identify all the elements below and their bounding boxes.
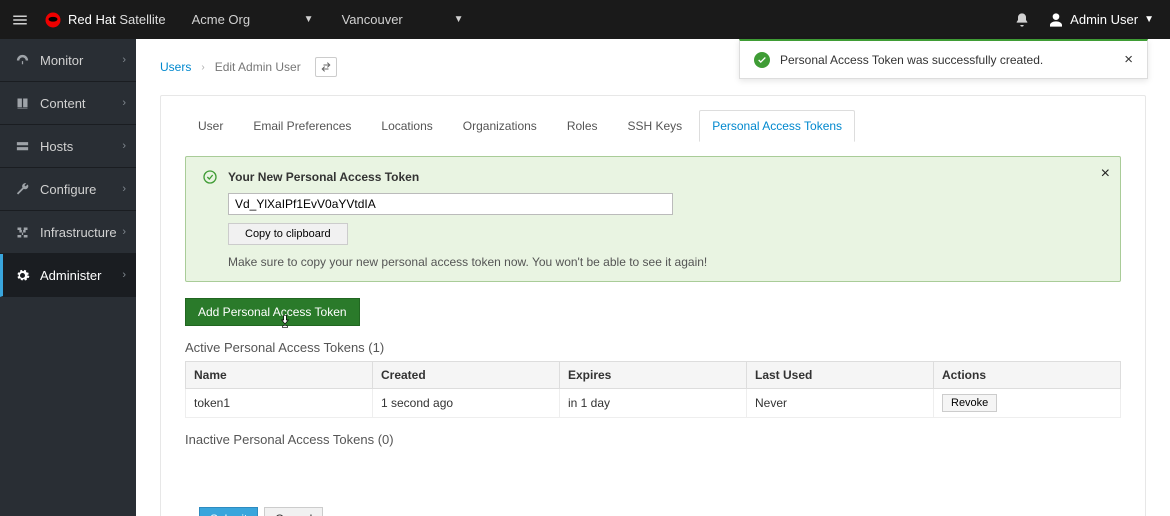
sidebar: Monitor › Content › Hosts › Configure › … (0, 39, 136, 516)
toast-close-button[interactable]: × (1124, 51, 1133, 68)
hamburger-icon (11, 11, 29, 29)
th-actions: Actions (934, 362, 1121, 389)
submit-button[interactable]: Submit (199, 507, 258, 516)
org-label: Acme Org (192, 12, 251, 27)
sidebar-item-infrastructure[interactable]: Infrastructure › (0, 211, 136, 254)
caret-down-icon: ▼ (304, 14, 314, 25)
banner-title: Your New Personal Access Token (202, 169, 1104, 185)
menu-toggle[interactable] (0, 0, 40, 39)
sidebar-item-label: Content (40, 96, 86, 111)
copy-to-clipboard-button[interactable]: Copy to clipboard (228, 223, 348, 245)
book-icon (14, 95, 30, 111)
network-icon (14, 224, 30, 240)
breadcrumb-root[interactable]: Users (160, 60, 191, 74)
cell-name: token1 (186, 389, 373, 418)
chevron-right-icon: › (122, 140, 126, 152)
sidebar-item-configure[interactable]: Configure › (0, 168, 136, 211)
server-icon (14, 138, 30, 154)
cell-created: 1 second ago (373, 389, 560, 418)
notifications-button[interactable] (1002, 0, 1042, 39)
close-banner-button[interactable]: × (1101, 165, 1110, 183)
inactive-tokens-heading: Inactive Personal Access Tokens (0) (185, 432, 1121, 447)
sidebar-item-monitor[interactable]: Monitor › (0, 39, 136, 82)
cell-last-used: Never (747, 389, 934, 418)
chevron-right-icon: › (122, 183, 126, 195)
brand: Red Hat Satellite (44, 11, 166, 29)
active-tokens-heading: Active Personal Access Tokens (1) (185, 340, 1121, 355)
active-tokens-table: Name Created Expires Last Used Actions t… (185, 361, 1121, 418)
chevron-right-icon: › (201, 62, 204, 73)
tab-ssh-keys[interactable]: SSH Keys (615, 110, 696, 142)
bell-icon (1014, 12, 1030, 28)
chevron-right-icon: › (122, 269, 126, 281)
add-personal-access-token-button[interactable]: Add Personal Access Token (185, 298, 360, 326)
org-dropdown[interactable]: Acme Org ▼ (178, 0, 328, 39)
sidebar-item-content[interactable]: Content › (0, 82, 136, 125)
brand-light: Satellite (119, 12, 165, 27)
sidebar-item-label: Configure (40, 182, 96, 197)
th-expires: Expires (560, 362, 747, 389)
tab-email-preferences[interactable]: Email Preferences (240, 110, 364, 142)
chevron-right-icon: › (122, 54, 126, 66)
caret-down-icon: ▼ (454, 14, 464, 25)
token-value-input[interactable] (228, 193, 673, 215)
location-dropdown[interactable]: Vancouver ▼ (328, 0, 478, 39)
check-circle-icon (202, 169, 218, 185)
cell-actions: Revoke (934, 389, 1121, 418)
redhat-logo-icon (44, 11, 62, 29)
cursor-icon (277, 314, 293, 330)
topbar-right: Admin User ▼ (1002, 0, 1170, 39)
toast-message: Personal Access Token was successfully c… (780, 53, 1043, 67)
sidebar-item-label: Infrastructure (40, 225, 117, 240)
cell-expires: in 1 day (560, 389, 747, 418)
sidebar-item-label: Administer (40, 268, 101, 283)
sidebar-item-label: Monitor (40, 53, 83, 68)
tab-personal-access-tokens[interactable]: Personal Access Tokens (699, 110, 855, 142)
tab-user[interactable]: User (185, 110, 236, 142)
cancel-button[interactable]: Cancel (264, 507, 323, 516)
tabs: User Email Preferences Locations Organiz… (185, 110, 1121, 142)
brand-strong: Red Hat (68, 12, 116, 27)
sidebar-item-hosts[interactable]: Hosts › (0, 125, 136, 168)
table-row: token1 1 second ago in 1 day Never Revok… (186, 389, 1121, 418)
breadcrumb-current: Edit Admin User (215, 60, 301, 74)
sidebar-item-administer[interactable]: Administer › (0, 254, 136, 297)
banner-note: Make sure to copy your new personal acce… (228, 255, 1104, 269)
swap-icon (320, 61, 332, 73)
table-header-row: Name Created Expires Last Used Actions (186, 362, 1121, 389)
brand-text: Red Hat Satellite (68, 12, 166, 27)
new-token-banner: × Your New Personal Access Token Copy to… (185, 156, 1121, 282)
tab-roles[interactable]: Roles (554, 110, 611, 142)
th-name: Name (186, 362, 373, 389)
user-label: Admin User (1070, 12, 1138, 27)
tab-organizations[interactable]: Organizations (450, 110, 550, 142)
check-icon (754, 52, 770, 68)
content-card: User Email Preferences Locations Organiz… (160, 95, 1146, 516)
gear-icon (14, 267, 30, 283)
caret-down-icon: ▼ (1144, 14, 1154, 25)
th-last-used: Last Used (747, 362, 934, 389)
tab-locations[interactable]: Locations (368, 110, 445, 142)
topbar: Red Hat Satellite Acme Org ▼ Vancouver ▼… (0, 0, 1170, 39)
th-created: Created (373, 362, 560, 389)
banner-title-text: Your New Personal Access Token (228, 170, 419, 184)
revoke-button[interactable]: Revoke (942, 394, 997, 412)
success-toast: Personal Access Token was successfully c… (739, 39, 1148, 79)
dashboard-icon (14, 52, 30, 68)
sidebar-item-label: Hosts (40, 139, 73, 154)
user-dropdown[interactable]: Admin User ▼ (1042, 0, 1170, 39)
chevron-right-icon: › (122, 226, 126, 238)
form-actions: Submit Cancel (199, 507, 1121, 516)
main-content: Users › Edit Admin User User Email Prefe… (136, 39, 1170, 516)
breadcrumb-switcher[interactable] (315, 57, 337, 77)
user-icon (1048, 12, 1064, 28)
location-label: Vancouver (342, 12, 403, 27)
chevron-right-icon: › (122, 97, 126, 109)
wrench-icon (14, 181, 30, 197)
